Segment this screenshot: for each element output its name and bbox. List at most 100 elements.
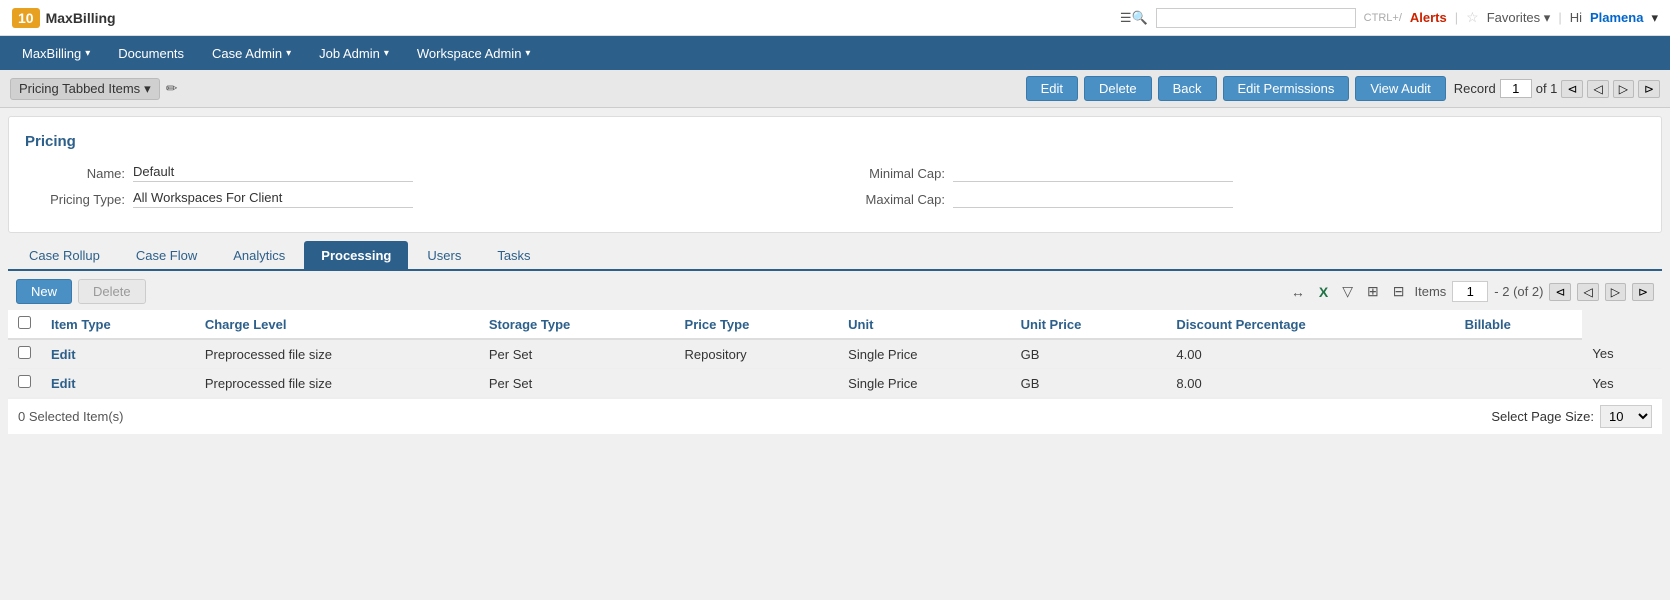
- nav-item-case-admin[interactable]: Case Admin ▾: [198, 36, 305, 70]
- logo-number: 10: [18, 10, 34, 26]
- record-of-label: of 1: [1536, 81, 1558, 96]
- data-table: Item Type Charge Level Storage Type Pric…: [8, 310, 1662, 398]
- username[interactable]: Plamena: [1590, 10, 1643, 25]
- search-icon-wrap: ☰🔍: [1120, 10, 1148, 26]
- nav-item-maxbilling[interactable]: MaxBilling ▾: [8, 36, 104, 70]
- row-billable: Yes: [1582, 369, 1662, 398]
- tab-tasks[interactable]: Tasks: [480, 241, 547, 269]
- arrows-icon[interactable]: ↔: [1287, 282, 1309, 302]
- delete-button[interactable]: Delete: [1084, 76, 1152, 101]
- row-charge-level: Per Set: [479, 369, 675, 398]
- items-label: Items: [1414, 284, 1446, 299]
- top-bar-right: ☰🔍 CTRL+/ Alerts | ☆ Favorites ▾ | Hi Pl…: [1120, 8, 1658, 28]
- view-audit-button[interactable]: View Audit: [1355, 76, 1445, 101]
- row-edit-link[interactable]: Edit: [51, 347, 76, 362]
- row-storage-type: [675, 369, 839, 398]
- top-bar-left: 10 MaxBilling: [12, 8, 116, 28]
- back-button[interactable]: Back: [1158, 76, 1217, 101]
- record-prev-btn[interactable]: ◁: [1587, 80, 1608, 98]
- pricing-type-value: All Workspaces For Client: [133, 190, 413, 208]
- record-input[interactable]: [1500, 79, 1532, 98]
- table-row: Edit Preprocessed file size Per Set Sing…: [8, 369, 1662, 398]
- filter-icon[interactable]: ▽: [1338, 281, 1357, 302]
- hi-text: Hi: [1570, 10, 1582, 25]
- table-next-btn[interactable]: ▷: [1605, 283, 1626, 301]
- table-last-btn[interactable]: ⊳: [1632, 283, 1654, 301]
- ctrl-hint: CTRL+/: [1364, 12, 1402, 24]
- col-header-item-type: Item Type: [41, 310, 195, 339]
- tab-case-rollup[interactable]: Case Rollup: [12, 241, 117, 269]
- alerts-link[interactable]: Alerts: [1410, 10, 1447, 25]
- row-storage-type: Repository: [675, 339, 839, 369]
- row-checkbox-cell: [8, 339, 41, 369]
- main-content: Pricing Name: Default Minimal Cap: Prici…: [8, 116, 1662, 233]
- items-page-input[interactable]: [1452, 281, 1488, 302]
- row-edit-cell: Edit: [41, 369, 195, 398]
- star-icon[interactable]: ☆: [1466, 9, 1479, 26]
- chevron-down-icon: ▾: [144, 81, 151, 97]
- row-item-type: Preprocessed file size: [195, 369, 479, 398]
- breadcrumb-select[interactable]: Pricing Tabbed Items ▾: [10, 78, 160, 100]
- delete-row-button[interactable]: Delete: [78, 279, 146, 304]
- record-next-btn[interactable]: ▷: [1613, 80, 1634, 98]
- pricing-type-label: Pricing Type:: [25, 192, 125, 207]
- selected-count: 0 Selected Item(s): [18, 409, 124, 424]
- row-edit-link[interactable]: Edit: [51, 376, 76, 391]
- top-bar: 10 MaxBilling ☰🔍 CTRL+/ Alerts | ☆ Favor…: [0, 0, 1670, 36]
- footer-bar: 0 Selected Item(s) Select Page Size: 10 …: [8, 398, 1662, 434]
- breadcrumb: Pricing Tabbed Items ▾ ✏: [10, 78, 1018, 100]
- row-charge-level: Per Set: [479, 339, 675, 369]
- items-range: - 2 (of 2): [1494, 284, 1543, 299]
- action-buttons: Edit Delete Back Edit Permissions View A…: [1026, 76, 1446, 101]
- edit-button[interactable]: Edit: [1026, 76, 1078, 101]
- name-value: Default: [133, 164, 413, 182]
- row-item-type: Preprocessed file size: [195, 339, 479, 369]
- chevron-down-icon: ▾: [85, 48, 90, 59]
- table-row: Edit Preprocessed file size Per Set Repo…: [8, 339, 1662, 369]
- excel-export-icon[interactable]: X: [1315, 282, 1332, 302]
- col-header-charge-level: Charge Level: [195, 310, 479, 339]
- action-bar: Pricing Tabbed Items ▾ ✏ Edit Delete Bac…: [0, 70, 1670, 108]
- table-prev-btn[interactable]: ◁: [1577, 283, 1598, 301]
- record-last-btn[interactable]: ⊳: [1638, 80, 1660, 98]
- col-header-storage-type: Storage Type: [479, 310, 675, 339]
- table-toolbar: New Delete ↔ X ▽ ⊞ ⊟ Items - 2 (of 2) ⊲ …: [8, 271, 1662, 310]
- row-checkbox[interactable]: [18, 375, 31, 388]
- chevron-down-icon: ▾: [286, 48, 291, 59]
- record-first-btn[interactable]: ⊲: [1561, 80, 1583, 98]
- tab-bar: Case Rollup Case Flow Analytics Processi…: [8, 241, 1662, 271]
- select-all-header: [8, 310, 41, 339]
- search-input[interactable]: [1156, 8, 1356, 28]
- columns-icon[interactable]: ⊟: [1389, 281, 1409, 302]
- user-chevron: ▾: [1651, 10, 1658, 26]
- col-header-discount-percentage: Discount Percentage: [1166, 310, 1454, 339]
- col-header-price-type: Price Type: [675, 310, 839, 339]
- page-size-select[interactable]: 10 25 50 100: [1600, 405, 1652, 428]
- edit-permissions-button[interactable]: Edit Permissions: [1223, 76, 1350, 101]
- nav-item-job-admin[interactable]: Job Admin ▾: [305, 36, 403, 70]
- tab-analytics[interactable]: Analytics: [216, 241, 302, 269]
- favorites-btn[interactable]: Favorites ▾: [1487, 10, 1551, 26]
- record-nav: Record of 1 ⊲ ◁ ▷ ⊳: [1454, 79, 1660, 98]
- page-size-label: Select Page Size:: [1491, 409, 1594, 424]
- row-unit-price: 4.00: [1166, 339, 1454, 369]
- nav-item-workspace-admin[interactable]: Workspace Admin ▾: [403, 36, 545, 70]
- search-icon: ☰🔍: [1120, 10, 1148, 26]
- tab-case-flow[interactable]: Case Flow: [119, 241, 214, 269]
- tab-users[interactable]: Users: [410, 241, 478, 269]
- nav-item-documents[interactable]: Documents: [104, 36, 198, 70]
- chevron-down-icon: ▾: [525, 48, 530, 59]
- name-label: Name:: [25, 166, 125, 181]
- row-checkbox[interactable]: [18, 346, 31, 359]
- edit-breadcrumb-icon[interactable]: ✏: [166, 80, 178, 97]
- select-all-checkbox[interactable]: [18, 316, 31, 329]
- row-discount-percentage: [1455, 369, 1583, 398]
- filter-config-icon[interactable]: ⊞: [1363, 281, 1383, 302]
- maximal-cap-row: Maximal Cap:: [845, 190, 1645, 208]
- table-first-btn[interactable]: ⊲: [1549, 283, 1571, 301]
- tab-processing[interactable]: Processing: [304, 241, 408, 269]
- row-price-type: Single Price: [838, 339, 1010, 369]
- row-billable: Yes: [1582, 339, 1662, 369]
- logo[interactable]: 10: [12, 8, 40, 28]
- new-button[interactable]: New: [16, 279, 72, 304]
